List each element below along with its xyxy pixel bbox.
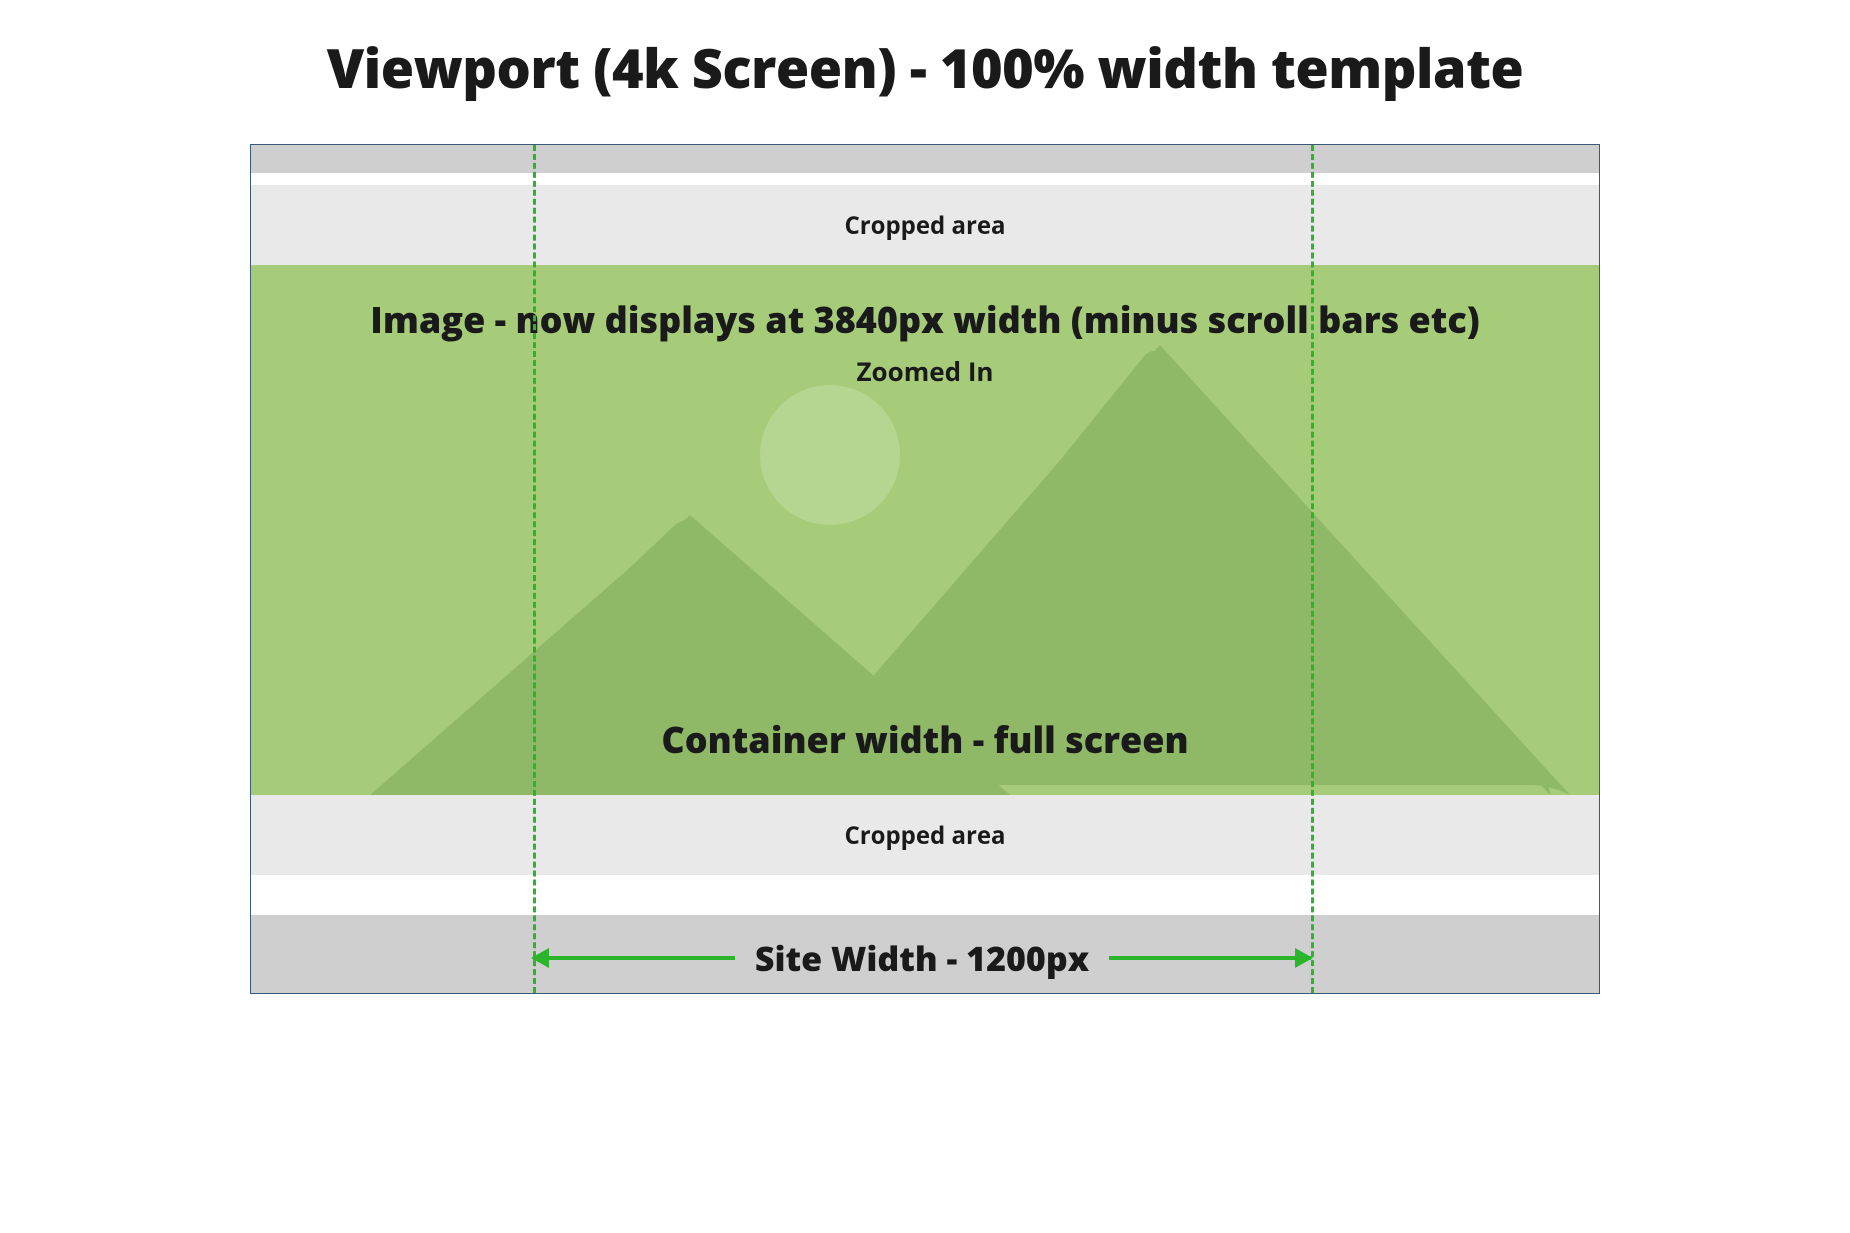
diagram-title: Viewport (4k Screen) - 100% width templa… bbox=[250, 30, 1600, 104]
cropped-area-top-label: Cropped area bbox=[844, 209, 1005, 242]
image-band: Image - now displays at 3840px width (mi… bbox=[251, 265, 1599, 795]
site-width-measure: Site Width - 1200px bbox=[533, 935, 1311, 981]
zoom-label: Zoomed In bbox=[251, 353, 1599, 389]
viewport-box: Cropped area Image - now displays at 384… bbox=[250, 144, 1600, 994]
site-width-guide-right bbox=[1311, 145, 1314, 993]
container-width-label: Container width - full screen bbox=[251, 715, 1599, 764]
band-thin-top bbox=[251, 145, 1599, 173]
image-width-label: Image - now displays at 3840px width (mi… bbox=[251, 295, 1599, 344]
cropped-area-bottom: Cropped area bbox=[251, 795, 1599, 875]
site-width-guide-left bbox=[533, 145, 536, 993]
arrow-left-icon bbox=[533, 956, 735, 960]
site-width-label: Site Width - 1200px bbox=[735, 935, 1109, 981]
cropped-area-top: Cropped area bbox=[251, 185, 1599, 265]
cropped-area-bottom-label: Cropped area bbox=[844, 819, 1005, 852]
arrow-right-icon bbox=[1109, 956, 1311, 960]
